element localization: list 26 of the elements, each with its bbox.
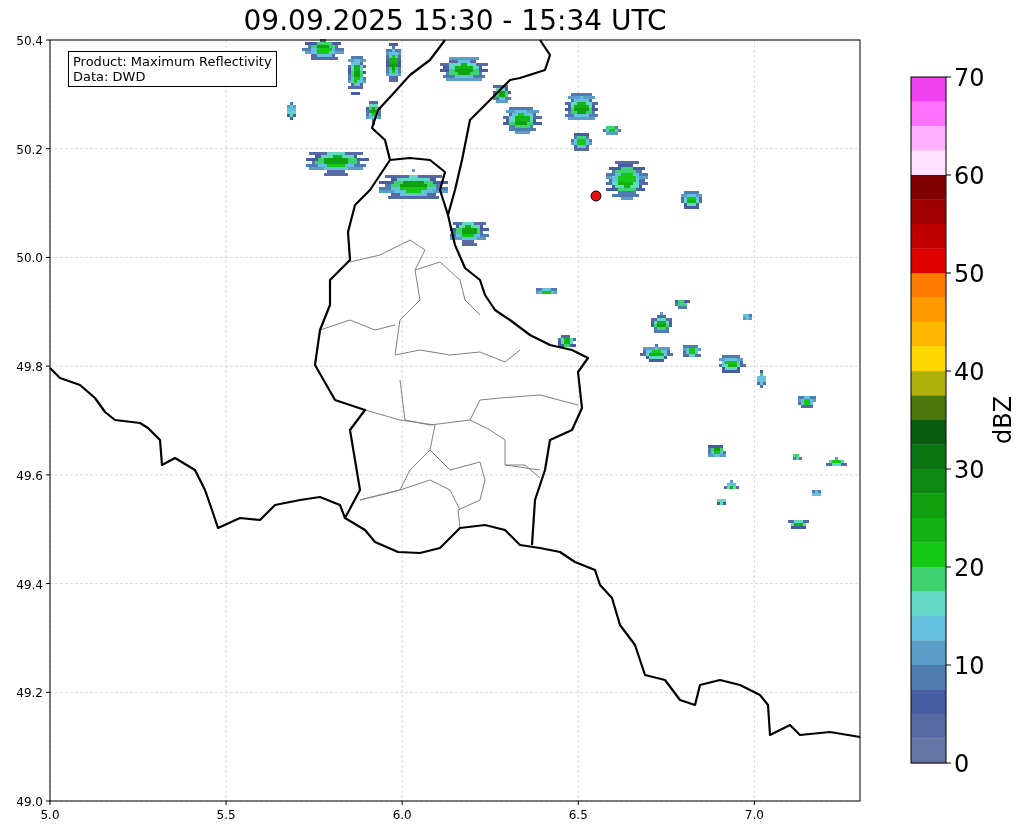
plot-title: 09.09.2025 15:30 - 15:34 UTC bbox=[243, 4, 667, 38]
colorbar-tick-label: 40 bbox=[954, 358, 985, 386]
colorbar-tick-label: 60 bbox=[954, 162, 985, 190]
axis-tick-label: 50.0 bbox=[16, 251, 43, 266]
legend-text: Product: Maximum Reflectivity bbox=[73, 54, 272, 69]
axis-tick-label: 5.5 bbox=[216, 808, 236, 822]
colorbar-tick-label: 20 bbox=[954, 554, 985, 582]
axis-tick-label: 6.5 bbox=[568, 808, 588, 822]
colorbar-label: dBZ bbox=[989, 395, 1017, 445]
axis-tick-label: 7.0 bbox=[744, 808, 764, 822]
location-marker bbox=[590, 190, 602, 202]
legend-text: Data: DWD bbox=[73, 69, 147, 84]
axis-tick-label: 49.4 bbox=[16, 577, 43, 592]
colorbar-tick-label: 10 bbox=[954, 652, 985, 680]
axis-tick-label: 5.0 bbox=[40, 808, 60, 822]
axis-tick-label: 49.0 bbox=[16, 795, 43, 809]
colorbar-tick-label: 50 bbox=[954, 260, 985, 288]
axis-tick-label: 50.2 bbox=[16, 142, 43, 157]
axis-tick-label: 49.2 bbox=[16, 686, 43, 701]
axis-tick-label: 50.4 bbox=[16, 34, 43, 48]
axis-tick-label: 49.6 bbox=[16, 468, 43, 483]
colorbar-tick-label: 70 bbox=[954, 64, 985, 92]
colorbar-tick-label: 30 bbox=[954, 456, 985, 484]
axis-tick-label: 6.0 bbox=[392, 808, 412, 822]
colorbar-tick-label: 0 bbox=[954, 750, 970, 778]
axis-tick-label: 49.8 bbox=[16, 360, 43, 375]
